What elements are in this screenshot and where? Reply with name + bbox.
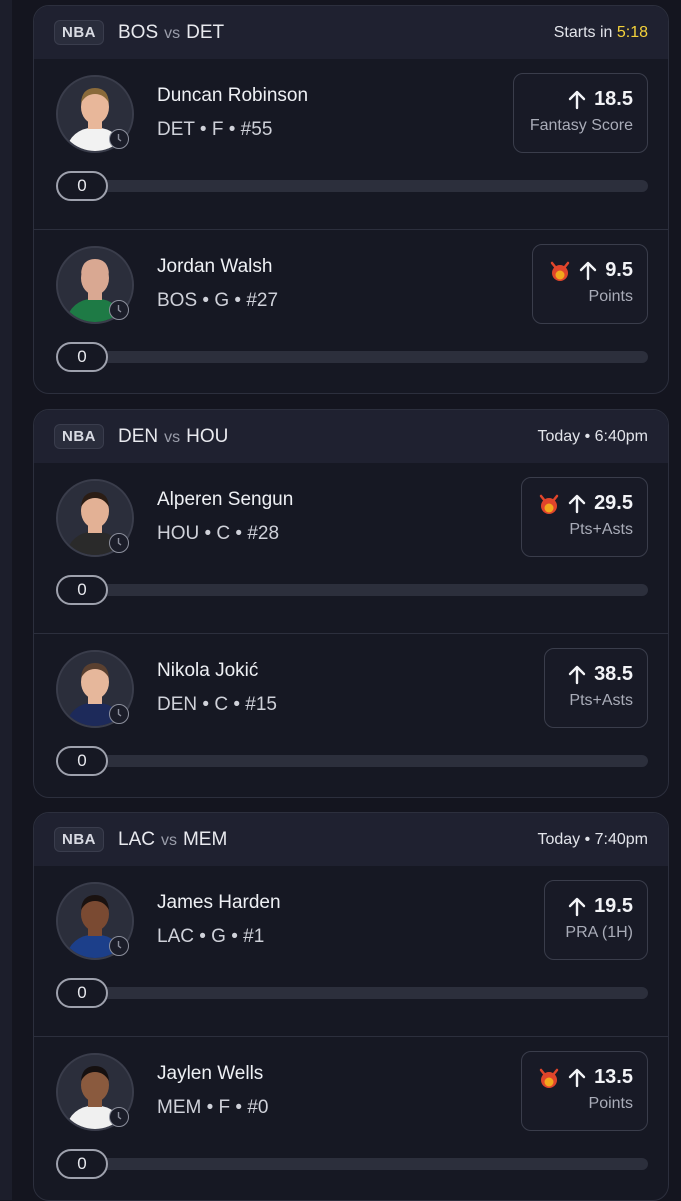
start-time-text: Today • 6:40pm (537, 427, 648, 445)
player-name: Duncan Robinson (157, 85, 309, 106)
team-a: BOS (118, 21, 159, 43)
player-meta: BOS • G • #27 (157, 290, 279, 311)
arrow-up-icon (568, 494, 586, 514)
left-rail (0, 0, 12, 1200)
matchup: DEN vs HOU (118, 426, 228, 448)
progress-track (96, 180, 648, 192)
countdown: 5:18 (616, 23, 648, 41)
prop-line-value: 13.5 (594, 1066, 633, 1088)
arrow-up-icon (568, 90, 586, 110)
clock-icon (109, 300, 129, 320)
player-meta: MEM • F • #0 (157, 1097, 269, 1118)
prop-stat-type: Pts+Asts (569, 521, 633, 538)
start-time: Today • 6:40pm (537, 428, 648, 446)
game-card: NBA BOS vs DET Starts in 5:18 Duncan Rob… (33, 5, 669, 394)
team-b: DET (186, 21, 225, 43)
devil-icon (538, 493, 560, 515)
prop-line-button[interactable]: 13.5 Points (521, 1051, 648, 1131)
matchup: BOS vs DET (118, 22, 224, 44)
progress-value: 0 (56, 342, 108, 372)
league-badge: NBA (54, 20, 104, 45)
arrow-up-icon (568, 897, 586, 917)
arrow-up-icon (579, 261, 597, 281)
clock-icon (109, 1107, 129, 1127)
player-row[interactable]: Jordan Walsh BOS • G • #27 9.5 Points 0 (34, 229, 668, 393)
player-name: Jaylen Wells (157, 1063, 264, 1084)
progress-value: 0 (56, 1149, 108, 1179)
prop-line-value: 9.5 (605, 259, 633, 281)
progress-value: 0 (56, 978, 108, 1008)
game-card: NBA DEN vs HOU Today • 6:40pm Alperen Se… (33, 409, 669, 798)
progress-track (96, 755, 648, 767)
prop-stat-type: Points (588, 1095, 633, 1112)
clock-icon (109, 704, 129, 724)
prop-line-button[interactable]: 38.5 Pts+Asts (544, 648, 648, 728)
start-time-text: Starts in (553, 23, 617, 41)
arrow-up-icon (568, 665, 586, 685)
game-header: NBA BOS vs DET Starts in 5:18 (34, 6, 668, 59)
player-row[interactable]: James Harden LAC • G • #1 19.5 PRA (1H) … (34, 866, 668, 1036)
progress-track (96, 1158, 648, 1170)
player-row[interactable]: Alperen Sengun HOU • C • #28 29.5 Pts+As… (34, 463, 668, 633)
progress-bar: 0 (56, 575, 648, 605)
matchup: LAC vs MEM (118, 829, 227, 851)
start-time: Starts in 5:18 (554, 24, 648, 42)
prop-line-button[interactable]: 9.5 Points (532, 244, 648, 324)
progress-value: 0 (56, 575, 108, 605)
progress-value: 0 (56, 171, 108, 201)
progress-bar: 0 (56, 1149, 648, 1179)
progress-bar: 0 (56, 978, 648, 1008)
team-a: LAC (118, 828, 155, 850)
team-b: HOU (186, 425, 229, 447)
league-badge: NBA (54, 424, 104, 449)
vs-label: vs (164, 428, 181, 446)
clock-icon (109, 936, 129, 956)
prop-line-button[interactable]: 18.5 Fantasy Score (512, 73, 648, 153)
vs-label: vs (164, 24, 181, 42)
progress-value: 0 (56, 746, 108, 776)
prop-line-value: 29.5 (594, 492, 633, 514)
player-name: James Harden (157, 892, 281, 913)
prop-stat-type: PRA (1H) (565, 924, 633, 941)
player-row[interactable]: Nikola Jokić DEN • C • #15 38.5 Pts+Asts… (34, 633, 668, 797)
game-header: NBA DEN vs HOU Today • 6:40pm (34, 410, 668, 463)
progress-track (96, 351, 648, 363)
vs-label: vs (160, 831, 177, 849)
player-meta: HOU • C • #28 (157, 523, 280, 544)
player-meta: DET • F • #55 (157, 119, 273, 140)
prop-line-button[interactable]: 29.5 Pts+Asts (521, 477, 648, 557)
progress-bar: 0 (56, 171, 648, 201)
progress-bar: 0 (56, 746, 648, 776)
progress-track (96, 584, 648, 596)
progress-track (96, 987, 648, 999)
devil-icon (549, 260, 571, 282)
player-name: Jordan Walsh (157, 256, 273, 277)
progress-bar: 0 (56, 342, 648, 372)
devil-icon (538, 1067, 560, 1089)
clock-icon (109, 129, 129, 149)
player-row[interactable]: Duncan Robinson DET • F • #55 18.5 Fanta… (34, 59, 668, 229)
prop-line-value: 38.5 (594, 663, 633, 685)
player-name: Nikola Jokić (157, 660, 259, 681)
player-meta: DEN • C • #15 (157, 694, 277, 715)
team-b: MEM (182, 828, 228, 850)
league-badge: NBA (54, 827, 104, 852)
prop-stat-type: Points (588, 288, 633, 305)
prop-stat-type: Pts+Asts (569, 692, 633, 709)
prop-line-button[interactable]: 19.5 PRA (1H) (544, 880, 648, 960)
start-time-text: Today • 7:40pm (537, 830, 648, 848)
prop-stat-type: Fantasy Score (529, 117, 633, 134)
clock-icon (109, 533, 129, 553)
team-a: DEN (118, 425, 159, 447)
start-time: Today • 7:40pm (537, 831, 648, 849)
prop-line-value: 18.5 (594, 88, 633, 110)
prop-line-value: 19.5 (594, 895, 633, 917)
arrow-up-icon (568, 1068, 586, 1088)
player-meta: LAC • G • #1 (157, 926, 265, 947)
player-name: Alperen Sengun (157, 489, 294, 510)
game-card: NBA LAC vs MEM Today • 7:40pm James Hard… (33, 812, 669, 1201)
player-row[interactable]: Jaylen Wells MEM • F • #0 13.5 Points 0 (34, 1036, 668, 1200)
game-header: NBA LAC vs MEM Today • 7:40pm (34, 813, 668, 866)
